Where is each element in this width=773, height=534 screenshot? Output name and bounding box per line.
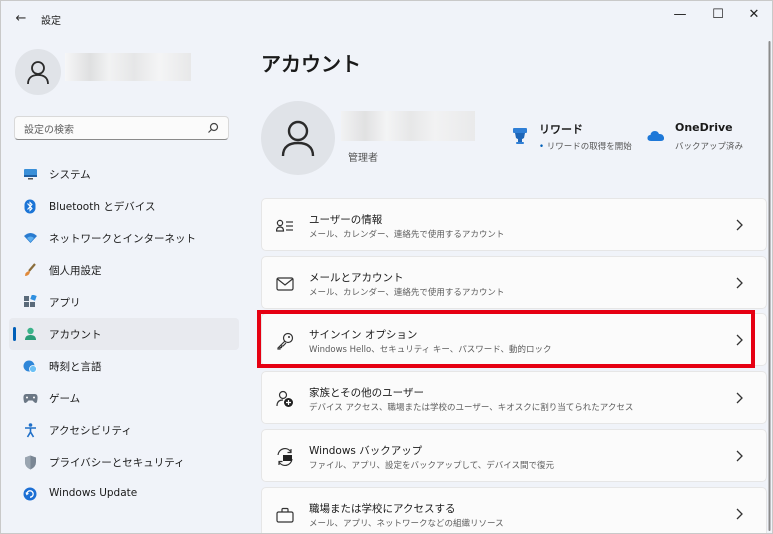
sidebar-item-accounts[interactable]: アカウント	[9, 318, 239, 350]
card-title: ユーザーの情報	[309, 214, 383, 226]
sidebar-item-accessibility[interactable]: アクセシビリティ	[9, 414, 239, 446]
sidebar-item-apps[interactable]: アプリ	[9, 286, 239, 318]
card-windows-backup[interactable]: Windows バックアップ ファイル、アプリ、設定をバックアップして、デバイス…	[261, 429, 767, 482]
title-bar: ← 設定 — ☐ ✕	[1, 1, 772, 35]
card-subtitle: メール、アプリ、ネットワークなどの組織リソース	[309, 519, 504, 529]
wifi-icon	[22, 230, 38, 246]
scrollbar[interactable]	[768, 41, 771, 531]
backup-icon	[275, 447, 295, 467]
sidebar-item-label: ネットワークとインターネット	[49, 233, 196, 245]
accessibility-icon	[22, 422, 38, 438]
bullet-icon: •	[539, 142, 547, 152]
rewards-title: リワード	[539, 123, 583, 136]
active-indicator	[13, 327, 16, 341]
chevron-right-icon	[736, 277, 743, 289]
windows-update-icon	[22, 486, 38, 502]
brush-icon	[22, 262, 38, 278]
sidebar-item-network[interactable]: ネットワークとインターネット	[9, 222, 239, 254]
person-icon	[27, 61, 49, 85]
sidebar-item-gaming[interactable]: ゲーム	[9, 382, 239, 414]
card-title: 職場または学校にアクセスする	[309, 503, 456, 515]
back-button[interactable]: ←	[11, 10, 31, 28]
card-email-accounts[interactable]: メールとアカウント メール、カレンダー、連絡先で使用するアカウント	[261, 256, 767, 309]
card-subtitle: メール、カレンダー、連絡先で使用するアカウント	[309, 230, 505, 240]
search-input[interactable]: 設定の検索	[14, 116, 229, 140]
highlight-frame	[257, 310, 755, 368]
onedrive-link[interactable]: OneDrive バックアップ済み	[647, 121, 767, 155]
sidebar-item-label: アプリ	[49, 297, 81, 309]
mail-icon	[275, 274, 295, 294]
account-name-redacted	[341, 111, 475, 141]
card-title: メールとアカウント	[309, 272, 404, 284]
search-icon	[208, 122, 219, 133]
chevron-right-icon	[736, 219, 743, 231]
rewards-subtitle: • リワードの取得を開始	[539, 140, 632, 152]
card-family-other-users[interactable]: 家族とその他のユーザー デバイス アクセス、職場または学校のユーザー、キオスクに…	[261, 371, 767, 424]
account-role: 管理者	[348, 153, 378, 164]
account-avatar[interactable]	[261, 101, 335, 175]
sidebar-item-personalization[interactable]: 個人用設定	[9, 254, 239, 286]
page-title: アカウント	[261, 52, 361, 76]
maximize-button[interactable]: ☐	[699, 4, 737, 26]
settings-window: ← 設定 — ☐ ✕ 設定の検索 システム Bluetooth とデバイス ネッ…	[0, 0, 773, 534]
rewards-link[interactable]: リワード • リワードの取得を開始	[511, 121, 641, 155]
onedrive-title: OneDrive	[675, 121, 733, 134]
sidebar-nav: システム Bluetooth とデバイス ネットワークとインターネット 個人用設…	[1, 158, 241, 510]
add-person-icon	[275, 389, 295, 409]
sidebar-item-label: ゲーム	[49, 393, 81, 405]
sidebar-item-label: Bluetooth とデバイス	[49, 201, 156, 213]
apps-icon	[22, 294, 38, 310]
person-icon	[22, 326, 38, 342]
sidebar-item-system[interactable]: システム	[9, 158, 239, 190]
sidebar-item-label: プライバシーとセキュリティ	[49, 457, 185, 469]
sidebar-item-time-language[interactable]: 時刻と言語	[9, 350, 239, 382]
sidebar-item-label: Windows Update	[49, 487, 138, 499]
app-title: 設定	[41, 16, 61, 27]
card-title: 家族とその他のユーザー	[309, 387, 424, 399]
chevron-right-icon	[736, 450, 743, 462]
trophy-icon	[513, 128, 527, 144]
sidebar-item-windows-update[interactable]: Windows Update	[9, 478, 239, 510]
chevron-right-icon	[736, 508, 743, 520]
sidebar-item-label: アクセシビリティ	[49, 425, 132, 437]
person-icon	[281, 120, 315, 157]
close-button[interactable]: ✕	[735, 4, 772, 26]
sidebar-item-bluetooth[interactable]: Bluetooth とデバイス	[9, 190, 239, 222]
monitor-icon	[22, 166, 38, 182]
sidebar-item-label: 個人用設定	[49, 265, 102, 277]
minimize-button[interactable]: —	[661, 4, 699, 26]
user-info-icon	[275, 216, 295, 236]
globe-clock-icon	[22, 358, 38, 374]
card-your-info[interactable]: ユーザーの情報 メール、カレンダー、連絡先で使用するアカウント	[261, 198, 767, 251]
briefcase-icon	[275, 505, 295, 525]
user-avatar[interactable]	[15, 49, 61, 95]
card-title: Windows バックアップ	[309, 445, 423, 457]
card-subtitle: メール、カレンダー、連絡先で使用するアカウント	[309, 288, 505, 298]
cloud-icon	[647, 131, 665, 141]
sidebar-item-label: 時刻と言語	[49, 361, 102, 373]
onedrive-subtitle: バックアップ済み	[675, 142, 744, 152]
card-subtitle: デバイス アクセス、職場または学校のユーザー、キオスクに割り当てられたアクセス	[309, 403, 634, 413]
card-subtitle: ファイル、アプリ、設定をバックアップして、デバイス間で復元	[309, 461, 555, 471]
sidebar-item-label: アカウント	[49, 329, 102, 341]
bluetooth-icon	[22, 198, 38, 214]
shield-icon	[22, 454, 38, 470]
gamepad-icon	[22, 390, 38, 406]
card-access-work-school[interactable]: 職場または学校にアクセスする メール、アプリ、ネットワークなどの組織リソース	[261, 487, 767, 533]
sidebar-item-label: システム	[49, 169, 91, 181]
rewards-subtitle-text: リワードの取得を開始	[546, 142, 632, 152]
sidebar-item-privacy[interactable]: プライバシーとセキュリティ	[9, 446, 239, 478]
user-name-redacted	[65, 53, 191, 81]
search-placeholder: 設定の検索	[24, 125, 74, 136]
chevron-right-icon	[736, 392, 743, 404]
